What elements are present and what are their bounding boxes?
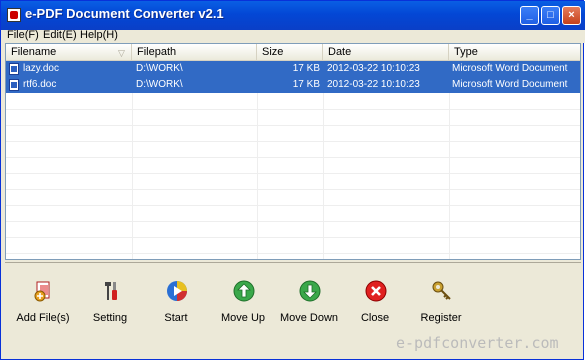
file-list[interactable]: Filename ▽ Filepath Size Date Type lazy.… [5, 43, 581, 260]
arrow-up-icon [233, 280, 255, 302]
grid-line [6, 253, 580, 254]
move-up-label: Move Up [220, 312, 266, 324]
start-label: Start [164, 312, 188, 324]
setting-label: Setting [92, 312, 128, 324]
cell-filepath: D:\WORK\ [136, 79, 183, 90]
start-button[interactable]: Start [143, 279, 209, 329]
menu-file[interactable]: File(F) [7, 29, 39, 41]
window-title: e-PDF Document Converter v2.1 [25, 6, 224, 21]
add-files-label: Add File(s) [16, 312, 70, 324]
grid-line [6, 109, 580, 110]
register-label: Register [420, 312, 462, 324]
arrow-down-icon [299, 280, 321, 302]
cell-type: Microsoft Word Document [452, 63, 568, 74]
word-doc-icon [9, 63, 19, 75]
minimize-button[interactable]: _ [520, 6, 539, 25]
add-files-button[interactable]: Add File(s) [10, 279, 76, 329]
grid-line [6, 221, 580, 222]
col-filename-label: Filename [11, 46, 57, 58]
table-row[interactable]: rtf6.doc D:\WORK\ 17 KB 2012-03-22 10:10… [6, 77, 580, 93]
col-type[interactable]: Type [449, 44, 580, 60]
watermark-text: e-pdfconverter.com [396, 334, 559, 352]
cell-size: 17 KB [292, 63, 320, 74]
app-window: e-PDF Document Converter v2.1 _ □ × File… [0, 0, 585, 360]
start-icon [167, 281, 187, 301]
close-button[interactable]: Close [342, 279, 408, 329]
col-size[interactable]: Size [257, 44, 323, 60]
setting-button[interactable]: Setting [77, 279, 143, 329]
menu-help[interactable]: Help(H) [80, 29, 118, 41]
sort-icon: ▽ [118, 48, 125, 58]
menu-edit[interactable]: Edit(E) [43, 29, 77, 41]
grid-line [6, 237, 580, 238]
grid-line [6, 173, 580, 174]
maximize-button[interactable]: □ [541, 6, 560, 25]
table-row[interactable]: lazy.doc D:\WORK\ 17 KB 2012-03-22 10:10… [6, 61, 580, 77]
cell-type: Microsoft Word Document [452, 79, 568, 90]
cell-date: 2012-03-22 10:10:23 [327, 63, 420, 74]
cell-filename: rtf6.doc [23, 79, 57, 90]
title-bar[interactable]: e-PDF Document Converter v2.1 _ □ × [1, 1, 585, 30]
cell-filepath: D:\WORK\ [136, 63, 183, 74]
col-date[interactable]: Date [323, 44, 449, 60]
col-filepath[interactable]: Filepath [132, 44, 257, 60]
move-up-button[interactable]: Move Up [210, 279, 276, 329]
app-icon [7, 8, 21, 22]
cell-filename: lazy.doc [23, 63, 59, 74]
grid-line [6, 205, 580, 206]
list-header: Filename ▽ Filepath Size Date Type [6, 44, 580, 61]
register-button[interactable]: Register [408, 279, 474, 329]
close-icon [365, 280, 387, 302]
grid-line [6, 141, 580, 142]
tools-icon [105, 282, 117, 300]
key-icon [432, 281, 451, 300]
col-filename[interactable]: Filename ▽ [6, 44, 132, 60]
close-label: Close [360, 312, 390, 324]
grid-line [6, 125, 580, 126]
add-files-icon [34, 281, 50, 302]
word-doc-icon [9, 79, 19, 91]
grid-line [6, 189, 580, 190]
move-down-label: Move Down [279, 312, 339, 324]
cell-date: 2012-03-22 10:10:23 [327, 79, 420, 90]
cell-size: 17 KB [292, 79, 320, 90]
close-window-button[interactable]: × [562, 6, 581, 25]
column-divider [257, 93, 258, 259]
move-down-button[interactable]: Move Down [276, 279, 342, 329]
column-divider [132, 93, 133, 259]
column-divider [449, 93, 450, 259]
grid-line [6, 157, 580, 158]
column-divider [323, 93, 324, 259]
menu-bar: File(F) Edit(E) Help(H) [1, 29, 585, 43]
